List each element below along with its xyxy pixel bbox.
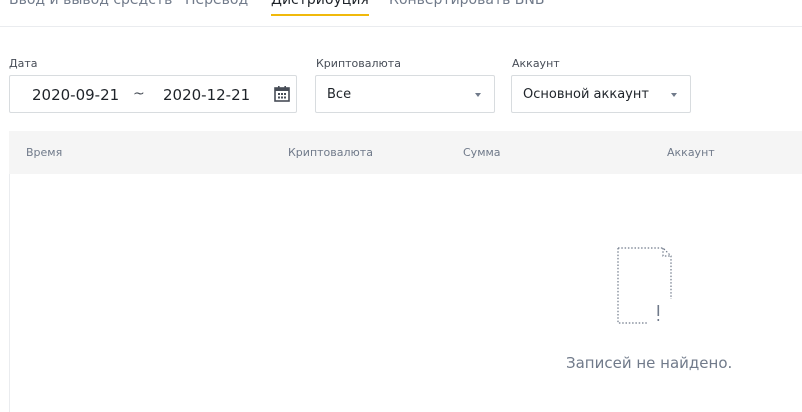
crypto-label: Криптовалюта xyxy=(316,57,401,70)
tab-convert-bnb[interactable]: Конвертировать BNB xyxy=(389,0,544,16)
column-crypto: Криптовалюта xyxy=(288,146,373,159)
column-amount: Сумма xyxy=(463,146,501,159)
date-to-input[interactable]: 2020-12-21 xyxy=(163,86,250,104)
empty-state-text: Записей не найдено. xyxy=(566,354,733,372)
tab-bar: Ввод и вывод средств Перевод Дистрибуция… xyxy=(0,0,802,27)
account-select[interactable]: Основной аккаунт xyxy=(511,75,691,113)
empty-document-icon xyxy=(617,247,672,324)
chevron-down-icon xyxy=(475,93,481,97)
chevron-down-icon xyxy=(671,93,677,97)
calendar-icon[interactable] xyxy=(273,85,291,103)
table-header: Время Криптовалюта Сумма Аккаунт xyxy=(9,131,802,174)
date-separator: ~ xyxy=(133,86,145,102)
crypto-select-value: Все xyxy=(327,87,352,102)
crypto-select[interactable]: Все xyxy=(315,75,495,113)
date-label: Дата xyxy=(9,57,38,70)
tab-distribution[interactable]: Дистрибуция xyxy=(271,0,369,16)
tab-deposit-withdraw[interactable]: Ввод и вывод средств xyxy=(9,0,172,16)
account-select-value: Основной аккаунт xyxy=(523,87,649,102)
date-range-picker[interactable]: 2020-09-21 ~ 2020-12-21 xyxy=(9,75,297,113)
table-body: Записей не найдено. xyxy=(9,174,802,412)
account-label: Аккаунт xyxy=(512,57,560,70)
column-account: Аккаунт xyxy=(667,146,715,159)
tab-transfer[interactable]: Перевод xyxy=(185,0,248,16)
date-from-input[interactable]: 2020-09-21 xyxy=(32,86,119,104)
column-time: Время xyxy=(26,146,63,159)
